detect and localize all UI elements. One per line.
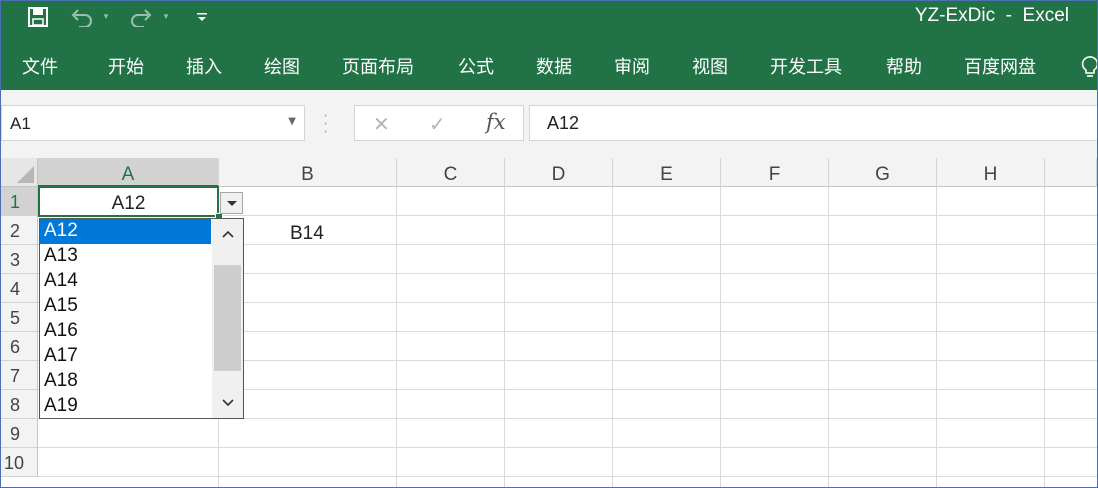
row-header-8[interactable]: 8 [1, 390, 38, 419]
gridline [828, 187, 829, 487]
save-icon[interactable] [25, 1, 51, 33]
list-item-a19[interactable]: A19 [40, 394, 211, 419]
undo-icon[interactable] [67, 1, 97, 33]
tab-insert[interactable]: 插入 [186, 53, 222, 79]
gridline [720, 187, 721, 487]
tab-view[interactable]: 视图 [692, 53, 728, 79]
row-header-1[interactable]: 1 [1, 187, 38, 216]
column-header-g[interactable]: G [829, 158, 937, 187]
row-header-7[interactable]: 7 [1, 361, 38, 390]
tab-developer[interactable]: 开发工具 [770, 53, 842, 79]
tab-review[interactable]: 审阅 [614, 53, 650, 79]
name-box-value: A1 [10, 114, 31, 133]
select-all-button[interactable] [1, 158, 38, 187]
cell-dropdown-button[interactable] [220, 192, 243, 214]
tab-file[interactable]: 文件 [22, 53, 58, 79]
row-header-5[interactable]: 5 [1, 303, 38, 332]
list-item-a16[interactable]: A16 [40, 319, 211, 344]
tab-formulas[interactable]: 公式 [458, 53, 494, 79]
tab-page-layout[interactable]: 页面布局 [342, 53, 414, 79]
list-item-a18[interactable]: A18 [40, 369, 211, 394]
row-header-4[interactable]: 4 [1, 274, 38, 303]
lightbulb-icon[interactable] [1081, 55, 1097, 79]
formula-input[interactable]: A12 [529, 105, 1097, 141]
enter-icon[interactable]: ✓ [429, 112, 446, 136]
row-header-2[interactable]: 2 [1, 216, 38, 245]
column-header-d[interactable]: D [505, 158, 613, 187]
tab-help[interactable]: 帮助 [886, 53, 922, 79]
insert-function-icon[interactable]: fx [486, 110, 506, 134]
data-validation-list[interactable]: A12 A13 A14 A15 A16 A17 A18 A19 [39, 218, 244, 419]
redo-dropdown-icon[interactable]: ▾ [159, 1, 173, 33]
column-header-f[interactable]: F [721, 158, 829, 187]
list-item-a14[interactable]: A14 [40, 269, 211, 294]
chevron-down-icon[interactable] [212, 388, 243, 418]
column-header-h[interactable]: H [937, 158, 1045, 187]
active-cell-border [38, 186, 219, 217]
row-header-3[interactable]: 3 [1, 245, 38, 274]
excel-window: ▾ ▾ YZ-ExDic - Excel 文件 开始 插入 绘图 页面布局 公式… [0, 0, 1098, 488]
column-header-c[interactable]: C [397, 158, 505, 187]
undo-dropdown-icon[interactable]: ▾ [99, 1, 113, 33]
title-bar: ▾ ▾ YZ-ExDic - Excel [1, 1, 1097, 33]
gridline [38, 476, 1097, 477]
gridline [396, 187, 397, 487]
window-title: YZ-ExDic - Excel [914, 5, 1069, 26]
cancel-icon[interactable]: ✕ [373, 112, 390, 136]
scrollbar-thumb[interactable] [214, 265, 241, 371]
formula-bar: A1 ▼ · · · ✕ ✓ fx A12 [1, 90, 1097, 158]
column-header-a[interactable]: A [38, 158, 219, 187]
formula-buttons: ✕ ✓ fx [354, 105, 524, 141]
tab-data[interactable]: 数据 [536, 53, 572, 79]
gridline [936, 187, 937, 487]
tab-baidu-netdisk[interactable]: 百度网盘 [964, 53, 1036, 79]
row-header-10[interactable]: 10 [1, 448, 38, 477]
chevron-up-icon[interactable] [212, 219, 243, 249]
column-header-i[interactable] [1045, 158, 1097, 187]
list-item-a17[interactable]: A17 [40, 344, 211, 369]
row-header-6[interactable]: 6 [1, 332, 38, 361]
list-scrollbar[interactable] [212, 219, 243, 418]
formula-input-value: A12 [547, 113, 580, 133]
tab-home[interactable]: 开始 [108, 53, 144, 79]
customize-toolbar-icon[interactable] [193, 1, 211, 33]
cell-b2[interactable]: B14 [290, 223, 324, 245]
column-header-b[interactable]: B [219, 158, 397, 187]
row-header-9[interactable]: 9 [1, 419, 38, 448]
list-item-a15[interactable]: A15 [40, 294, 211, 319]
chevron-down-icon [227, 201, 237, 206]
ribbon: 文件 开始 插入 绘图 页面布局 公式 数据 审阅 视图 开发工具 帮助 百度网… [1, 33, 1097, 90]
list-item-a12[interactable]: A12 [40, 219, 211, 244]
gridline [38, 447, 1097, 448]
gridline [612, 187, 613, 487]
list-item-a13[interactable]: A13 [40, 244, 211, 269]
name-box-dropdown-icon[interactable]: ▼ [288, 116, 296, 127]
gridline [1044, 187, 1045, 487]
resize-handle-icon[interactable]: · · · [323, 108, 328, 140]
name-box[interactable]: A1 ▼ [1, 105, 305, 141]
column-header-e[interactable]: E [613, 158, 721, 187]
tab-draw[interactable]: 绘图 [264, 53, 300, 79]
gridline [504, 187, 505, 487]
redo-icon[interactable] [126, 1, 156, 33]
